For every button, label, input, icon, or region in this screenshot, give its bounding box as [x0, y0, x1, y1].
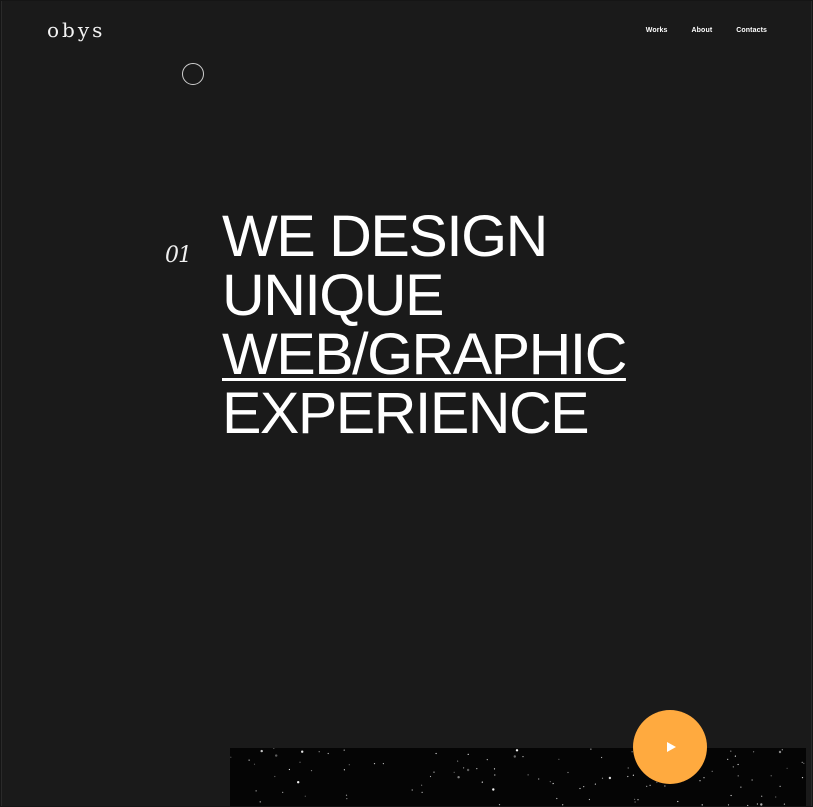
headline-line-2: UNIQUE	[222, 263, 444, 328]
headline-line-1: WE DESIGN	[222, 204, 548, 269]
headline-link-web-graphic[interactable]: WEB/GRAPHIC	[222, 325, 627, 384]
main-nav: Works About Contacts	[646, 27, 767, 34]
play-button[interactable]	[633, 710, 707, 784]
nav-works[interactable]: Works	[646, 27, 668, 34]
play-icon	[667, 742, 676, 752]
showreel-video[interactable]	[230, 748, 806, 806]
section-index: 01	[165, 243, 192, 268]
page: obys Works About Contacts 01 WE DESIGN U…	[1, 1, 812, 806]
logo[interactable]: obys	[47, 18, 105, 42]
hero-headline: WE DESIGN UNIQUE WEB/GRAPHIC EXPERIENCE	[222, 204, 627, 446]
nav-about[interactable]: About	[692, 27, 713, 34]
nav-contacts[interactable]: Contacts	[736, 27, 767, 34]
cursor-circle	[182, 63, 204, 85]
headline-line-4: EXPERIENCE	[222, 381, 590, 446]
starfield-frame	[230, 748, 805, 806]
